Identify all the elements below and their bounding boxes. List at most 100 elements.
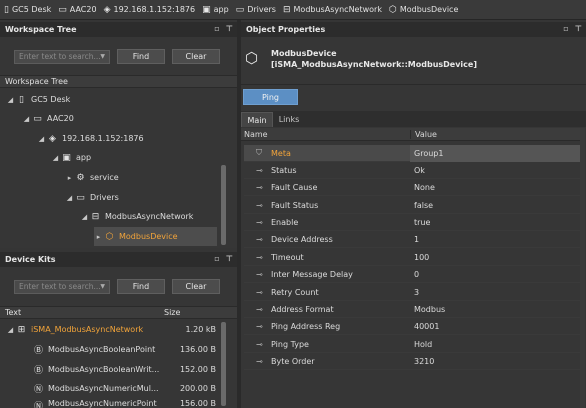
chevron-down-icon[interactable]: ▼: [100, 53, 105, 60]
slot-icon: ⊸: [256, 321, 263, 331]
tree-item[interactable]: ▸ ⚙ service: [65, 168, 119, 187]
network-icon: ⊟: [282, 4, 291, 15]
search-input[interactable]: Enter text to search... ▼: [14, 49, 110, 64]
expand-icon[interactable]: ◢: [6, 96, 15, 104]
collapsed-icon[interactable]: ▸: [94, 233, 103, 241]
slot-icon: ⊸: [256, 217, 263, 227]
device-icon: ⬡: [105, 231, 114, 242]
property-row[interactable]: ⊸ Inter Message Delay 0: [244, 266, 581, 283]
clear-button[interactable]: Clear: [172, 279, 220, 294]
document-icon: ▯: [4, 4, 9, 15]
property-row-meta[interactable]: ⛉ Meta Group1: [244, 144, 581, 162]
panel-title: Object Properties ▫ ⊤: [241, 22, 586, 37]
breadcrumb-item[interactable]: ⬡ ModbusDevice: [389, 5, 458, 15]
expand-icon[interactable]: ◢: [6, 326, 15, 334]
kit-item[interactable]: Ⓑ ModbusAsyncBooleanWrit... 152.00 B: [32, 360, 216, 379]
slot-icon: ⊸: [256, 304, 263, 314]
chevron-down-icon[interactable]: ▼: [100, 283, 105, 290]
breadcrumb-item[interactable]: ⊟ ModbusAsyncNetwork: [283, 5, 382, 15]
kit-item[interactable]: Ⓑ ModbusAsyncBooleanPoint 136.00 B: [32, 340, 216, 359]
tab-main[interactable]: Main: [241, 112, 273, 127]
breadcrumb-item[interactable]: ▣ app: [202, 5, 229, 15]
property-row[interactable]: ⊸ Byte Order 3210: [244, 353, 581, 370]
kit-item[interactable]: ◢ ⊞ iSMA_ModbusAsyncNetwork 1.20 kB: [6, 320, 216, 339]
expand-icon[interactable]: ◢: [37, 135, 46, 143]
network-icon: ⊟: [91, 211, 100, 222]
column-header: Text Size: [0, 306, 237, 319]
kits-scrollbar[interactable]: [221, 322, 226, 406]
station-icon: ◈: [103, 4, 111, 15]
document-icon: ▯: [19, 94, 24, 105]
properties-scrollbar[interactable]: [580, 128, 585, 408]
collapsed-icon[interactable]: ▸: [65, 174, 74, 182]
ping-button[interactable]: Ping: [243, 89, 298, 105]
restore-icon[interactable]: ▫: [563, 24, 568, 33]
column-value[interactable]: Value: [411, 130, 437, 139]
kit-item[interactable]: Ⓝ ModbusAsyncNumericPoint 156.00 B: [32, 399, 216, 408]
search-input[interactable]: Enter text to search... ▼: [14, 279, 110, 294]
tree-item[interactable]: ◢ ◈ 192.168.1.152:1876: [37, 129, 144, 148]
tree-item-selected[interactable]: ▸ ⬡ ModbusDevice: [94, 227, 217, 246]
shield-icon: ⛉: [256, 148, 262, 157]
expand-icon[interactable]: ◢: [51, 154, 60, 162]
property-row[interactable]: ⊸ Device Address 1: [244, 231, 581, 248]
station-icon: ◈: [49, 133, 56, 144]
expand-icon[interactable]: ◢: [22, 115, 31, 123]
slot-icon: ⊸: [256, 182, 263, 192]
column-name[interactable]: Name: [241, 129, 411, 139]
tree-scrollbar[interactable]: [221, 165, 226, 245]
boolean-point-icon: Ⓑ: [33, 346, 43, 356]
panel-title: Device Kits ▫ ⊤: [0, 252, 237, 267]
property-row[interactable]: ⊸ Ping Type Hold: [244, 336, 581, 353]
device-icon: ⬡: [245, 49, 259, 67]
breadcrumb-item[interactable]: ▯ GC5 Desk: [4, 5, 51, 15]
pin-icon[interactable]: ⊤: [226, 254, 233, 263]
expand-icon[interactable]: ◢: [65, 194, 74, 202]
find-button[interactable]: Find: [117, 279, 165, 294]
pin-icon[interactable]: ⊤: [575, 24, 582, 33]
restore-icon[interactable]: ▫: [214, 254, 219, 263]
tree-item[interactable]: ◢ ▭ Drivers: [65, 188, 119, 207]
restore-icon[interactable]: ▫: [214, 24, 219, 33]
breadcrumb-item[interactable]: ▭ AAC20: [58, 5, 96, 15]
object-name: ModbusDevice: [271, 49, 337, 58]
tree-item[interactable]: ◢ ▭ AAC20: [22, 109, 74, 128]
property-row[interactable]: ⊸ Address Format Modbus: [244, 301, 581, 318]
tree-item[interactable]: ◢ ▣ app: [51, 148, 91, 167]
tab-links[interactable]: Links: [273, 112, 305, 127]
column-text[interactable]: Text: [5, 308, 164, 317]
kit-item[interactable]: Ⓝ ModbusAsyncNumericMul... 200.00 B: [32, 379, 216, 398]
property-row[interactable]: ⊸ Status Ok: [244, 162, 581, 179]
expand-icon[interactable]: ◢: [80, 213, 89, 221]
tree-item[interactable]: ◢ ▯ GC5 Desk: [6, 90, 71, 109]
folder-icon: ▭: [33, 113, 42, 124]
numeric-point-icon: Ⓝ: [33, 402, 43, 408]
folder-icon: ▭: [235, 4, 245, 15]
property-row[interactable]: ⊸ Timeout 100: [244, 249, 581, 266]
column-header[interactable]: Workspace Tree: [0, 75, 237, 88]
slot-icon: ⊸: [256, 269, 263, 279]
find-button[interactable]: Find: [117, 49, 165, 64]
property-row[interactable]: ⊸ Retry Count 3: [244, 284, 581, 301]
gear-icon: ⚙: [76, 172, 85, 183]
slot-icon: ⊸: [256, 287, 263, 297]
property-row[interactable]: ⊸ Fault Cause None: [244, 179, 581, 196]
pin-icon[interactable]: ⊤: [226, 24, 233, 33]
property-row[interactable]: ⊸ Fault Status false: [244, 197, 581, 214]
property-row[interactable]: ⊸ Enable true: [244, 214, 581, 231]
properties-header: Name Value: [241, 128, 581, 141]
slot-icon: ⊸: [256, 356, 263, 366]
numeric-point-icon: Ⓝ: [33, 385, 43, 395]
slot-icon: ⊸: [256, 200, 263, 210]
breadcrumb-item[interactable]: ▭ Drivers: [236, 5, 276, 15]
breadcrumb: ▯ GC5 Desk ▭ AAC20 ◈ 192.168.1.152:1876 ▣ ap…: [0, 0, 586, 20]
app-icon: ▣: [202, 4, 211, 15]
column-size[interactable]: Size: [164, 308, 180, 317]
property-row[interactable]: ⊸ Ping Address Reg 40001: [244, 318, 581, 335]
tree-item[interactable]: ◢ ⊟ ModbusAsyncNetwork: [80, 207, 194, 226]
slot-icon: ⊸: [256, 252, 263, 262]
slot-icon: ⊸: [256, 234, 263, 244]
breadcrumb-item[interactable]: ◈ 192.168.1.152:1876: [104, 5, 196, 15]
clear-button[interactable]: Clear: [172, 49, 220, 64]
folder-icon: ▭: [76, 192, 85, 203]
